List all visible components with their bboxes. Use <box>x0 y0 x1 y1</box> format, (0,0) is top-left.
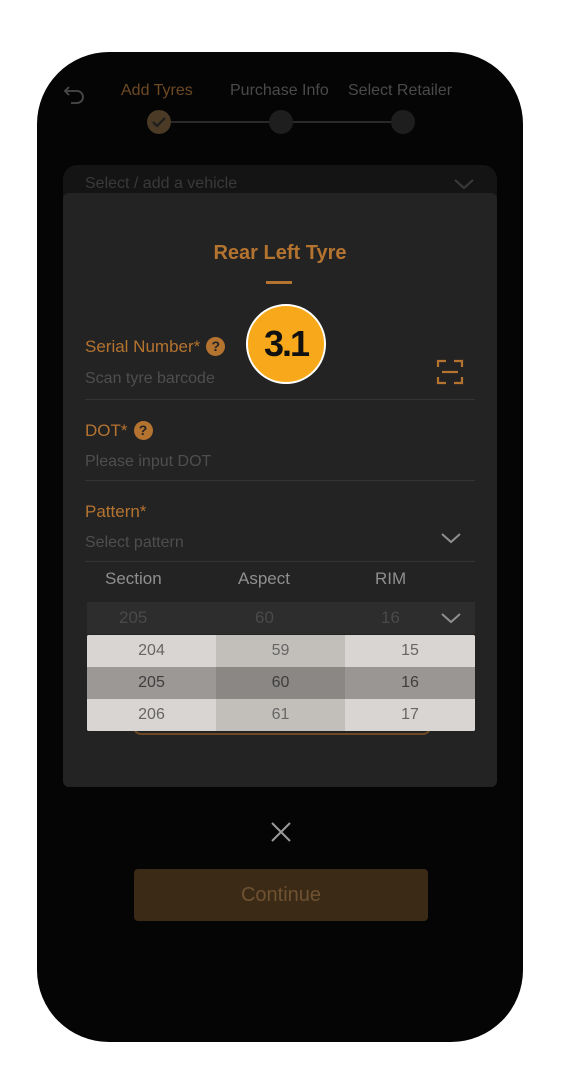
close-icon[interactable] <box>270 821 292 843</box>
vehicle-select-placeholder: Select / add a vehicle <box>85 175 238 192</box>
picker-section-selected[interactable]: 205 <box>87 667 216 699</box>
picker-section-option[interactable]: 204 <box>87 635 216 667</box>
picker-rim-selected[interactable]: 16 <box>345 667 475 699</box>
dot-label: DOT*? <box>85 421 153 441</box>
check-icon <box>152 117 166 128</box>
scan-barcode-icon[interactable] <box>436 358 464 386</box>
picker-section-option[interactable]: 206 <box>87 699 216 731</box>
serial-number-input[interactable]: Scan tyre barcode <box>85 370 215 388</box>
dot-input[interactable]: Please input DOT <box>85 453 211 471</box>
pattern-label: Pattern* <box>85 502 147 521</box>
continue-button[interactable]: Continue <box>134 869 428 921</box>
size-header-section: Section <box>105 569 162 588</box>
dot-label-text: DOT* <box>85 421 128 440</box>
picker-aspect-selected[interactable]: 60 <box>216 667 345 699</box>
step-label-select-retailer[interactable]: Select Retailer <box>348 82 452 100</box>
size-selected-rim: 16 <box>381 608 400 627</box>
serial-number-label: Serial Number*? <box>85 337 226 357</box>
step-dot-add-tyres <box>147 110 171 134</box>
step-dot-purchase-info <box>269 110 293 134</box>
pattern-underline <box>85 561 475 562</box>
pattern-select[interactable]: Select pattern <box>85 534 184 552</box>
picker-aspect-option[interactable]: 61 <box>216 699 345 731</box>
picker-rim-option[interactable]: 17 <box>345 699 475 731</box>
size-selected-section: 205 <box>119 608 148 627</box>
title-underline <box>266 281 292 284</box>
step-badge: 3.1 <box>246 304 326 384</box>
picker-rim-option[interactable]: 15 <box>345 635 475 667</box>
size-select-row[interactable]: 205 60 16 <box>87 602 475 634</box>
size-selected-aspect: 60 <box>255 608 274 627</box>
modal-title: Rear Left Tyre <box>213 242 347 264</box>
chevron-down-icon <box>454 179 474 190</box>
serial-number-label-text: Serial Number* <box>85 337 201 356</box>
size-header-aspect: Aspect <box>238 569 290 588</box>
step-label-add-tyres[interactable]: Add Tyres <box>121 82 193 100</box>
picker-aspect-option[interactable]: 59 <box>216 635 345 667</box>
back-icon[interactable] <box>63 84 85 104</box>
serial-number-underline <box>85 399 475 400</box>
step-dot-select-retailer <box>391 110 415 134</box>
help-icon[interactable]: ? <box>206 337 226 356</box>
help-icon[interactable]: ? <box>133 421 153 440</box>
chevron-down-icon[interactable] <box>440 531 462 545</box>
step-label-purchase-info[interactable]: Purchase Info <box>230 82 329 100</box>
phone-screen: Add Tyres Purchase Info Select Retailer … <box>37 52 523 1042</box>
size-header-rim: RIM <box>375 569 407 588</box>
chevron-down-icon <box>441 613 461 624</box>
size-picker[interactable]: 204 59 15 205 60 16 206 61 17 <box>87 635 475 731</box>
dot-underline <box>85 480 475 481</box>
